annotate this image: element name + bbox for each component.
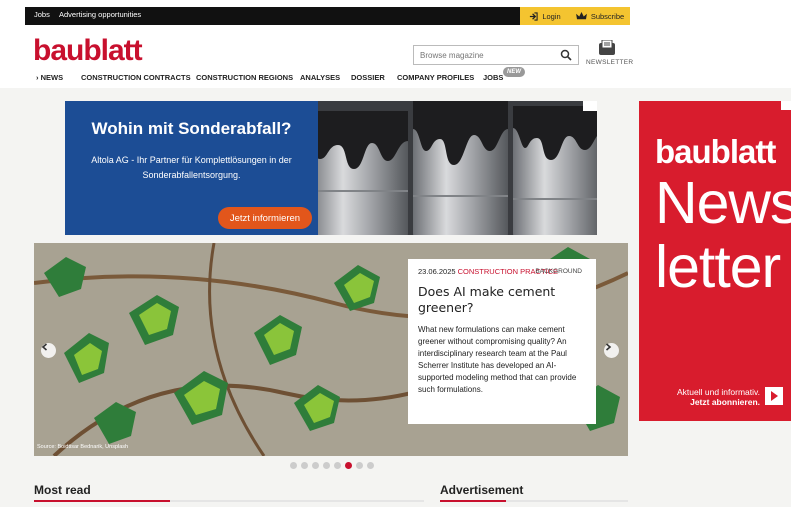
nav-construction-contracts[interactable]: CONSTRUCTION CONTRACTS <box>81 73 191 82</box>
ad-text: Altola AG - Ihr Partner für Komplettlösu… <box>91 155 292 180</box>
carousel-dot[interactable] <box>356 462 363 469</box>
carousel-dot[interactable] <box>323 462 330 469</box>
barrels-illustration <box>308 101 597 235</box>
new-badge: NEW <box>503 67 525 77</box>
advertising-link[interactable]: Advertising opportunities <box>59 10 141 19</box>
advertisement-divider <box>440 500 628 502</box>
carousel-dot[interactable] <box>301 462 308 469</box>
play-arrow-icon[interactable] <box>765 387 783 405</box>
image-source: Source: Boidtisar Bednarik, Unsplash <box>37 444 129 450</box>
side-newsletter-ad[interactable]: baublatt News letter Aktuell und informa… <box>639 101 791 421</box>
login-icon <box>530 11 538 21</box>
ad-text-panel: Wohin mit Sonderabfall? Altola AG - Ihr … <box>65 101 318 235</box>
carousel-dots <box>290 462 374 469</box>
crown-icon <box>575 11 587 19</box>
hero-article-card[interactable]: 23.06.2025 CONSTRUCTION PRACTICE BACKGRO… <box>408 259 596 424</box>
adchoices-icon[interactable] <box>583 101 597 111</box>
article-date: 23.06.2025 <box>418 267 456 276</box>
ad-cta-button[interactable]: Jetzt informieren <box>218 207 312 229</box>
ad-title: Wohin mit Sonderabfall? <box>91 119 292 138</box>
subscribe-label: Subscribe <box>590 11 625 21</box>
side-ad-letter: letter <box>655 234 781 300</box>
chevron-right-icon <box>605 343 612 351</box>
ad-banner[interactable]: Wohin mit Sonderabfall? Altola AG - Ihr … <box>65 101 597 235</box>
ad-barrels-image <box>308 101 597 235</box>
top-bar: Jobs Advertising opportunities Login Sub… <box>0 0 791 26</box>
login-button[interactable]: Login <box>520 7 570 25</box>
nav-jobs[interactable]: JOBS <box>483 73 503 82</box>
side-ad-logo: baublatt <box>655 133 776 170</box>
subscribe-button[interactable]: Subscribe <box>570 7 630 25</box>
carousel-next-button[interactable] <box>604 343 619 358</box>
carousel-dot[interactable] <box>290 462 297 469</box>
jobs-link[interactable]: Jobs <box>34 10 50 19</box>
newsletter-label[interactable]: NEWSLETTER <box>586 59 633 66</box>
nav-company-profiles[interactable]: COMPANY PROFILES <box>397 73 474 82</box>
newsletter-icon[interactable] <box>598 40 616 56</box>
carousel-dot[interactable] <box>334 462 341 469</box>
side-ad-tagline-1: Aktuell und informativ. <box>677 387 760 397</box>
article-type: BACKGROUND <box>535 268 582 275</box>
nav-construction-regions[interactable]: CONSTRUCTION REGIONS <box>196 73 293 82</box>
most-read-heading: Most read <box>34 483 91 497</box>
side-ad-tagline-2: Jetzt abonnieren. <box>690 397 760 407</box>
carousel-dot[interactable] <box>312 462 319 469</box>
nav-analyses[interactable]: ANALYSES <box>300 73 340 82</box>
article-title[interactable]: Does AI make cement greener? <box>418 284 586 316</box>
nav-news[interactable]: › NEWS <box>36 73 63 82</box>
carousel-prev-button[interactable] <box>41 343 56 358</box>
carousel-dot-active[interactable] <box>345 462 352 469</box>
carousel-dot[interactable] <box>367 462 374 469</box>
login-label: Login <box>542 11 561 21</box>
search-input[interactable] <box>420 48 550 62</box>
site-logo[interactable]: baublatt <box>33 34 143 68</box>
side-ad-news: News <box>655 170 791 236</box>
top-bar-inner: Jobs Advertising opportunities Login Sub… <box>25 7 630 25</box>
search-icon[interactable] <box>560 49 572 61</box>
chevron-left-icon <box>41 343 48 351</box>
nav-dossier[interactable]: DOSSIER <box>351 73 385 82</box>
hero-carousel[interactable]: Source: Boidtisar Bednarik, Unsplash 23.… <box>34 243 628 456</box>
site-header: baublatt NEWSLETTER › NEWS CONSTRUCTION … <box>0 26 791 88</box>
search-box <box>413 45 579 65</box>
most-read-divider <box>34 500 424 502</box>
side-ad-tagline: Aktuell und informativ. Jetzt abonnieren… <box>667 387 760 407</box>
adchoices-icon[interactable] <box>781 101 791 110</box>
advertisement-heading: Advertisement <box>440 483 524 497</box>
article-teaser: What new formulations can make cement gr… <box>418 325 577 394</box>
